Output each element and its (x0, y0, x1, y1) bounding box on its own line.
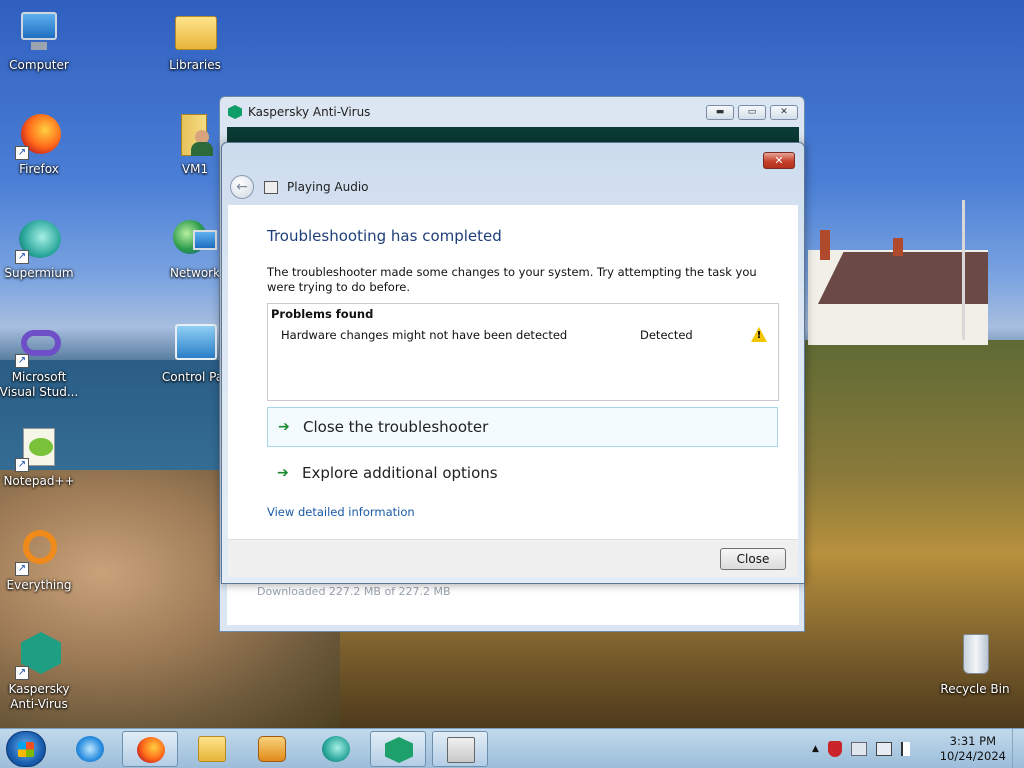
supermium-icon (322, 736, 350, 762)
desktop-icon-visual-studio[interactable]: ↗ Microsoft Visual Stud... (0, 320, 80, 400)
close-troubleshooter-link[interactable]: ➔ Close the troubleshooter (267, 407, 778, 447)
problem-row: Hardware changes might not have been det… (268, 327, 778, 346)
taskbar-firefox[interactable] (122, 731, 178, 767)
wallpaper-chimney (820, 230, 830, 260)
page-title: Troubleshooting has completed (267, 227, 502, 245)
shortcut-arrow-icon: ↗ (15, 146, 29, 160)
visual-studio-icon: ↗ (15, 320, 63, 368)
command-label: Explore additional options (302, 464, 498, 482)
problem-status: Detected (640, 328, 693, 342)
volume-icon[interactable] (850, 742, 867, 756)
shortcut-arrow-icon: ↗ (15, 354, 29, 368)
firefox-icon (137, 737, 165, 763)
desktop-icon-label: Recycle Bin (940, 682, 1010, 696)
problem-name: Hardware changes might not have been det… (281, 328, 568, 342)
notepad-plus-plus-icon: ↗ (15, 424, 63, 472)
close-button[interactable]: Close (720, 548, 786, 570)
desktop-icon-computer[interactable]: Computer (0, 8, 80, 73)
shortcut-arrow-icon: ↗ (15, 562, 29, 576)
desktop-icon-everything[interactable]: ↗ Everything (0, 528, 80, 593)
minimize-button[interactable]: ▬ (706, 105, 734, 120)
dialog-nav-bar: ← Playing Audio (230, 175, 369, 199)
desktop-icon-label: Supermium (4, 266, 74, 280)
firefox-icon: ↗ (15, 112, 63, 160)
taskbar-media-player[interactable] (244, 731, 300, 767)
troubleshooter-icon (447, 737, 475, 763)
problems-header: Problems found (271, 307, 374, 321)
kaspersky-window-title: Kaspersky Anti-Virus (248, 105, 371, 119)
problems-found-panel: Problems found Hardware changes might no… (267, 303, 779, 401)
supermium-icon: ↗ (15, 216, 63, 264)
kaspersky-icon (385, 737, 413, 763)
taskbar-supermium[interactable] (308, 731, 364, 767)
green-arrow-icon: ➔ (278, 419, 290, 435)
result-description: The troubleshooter made some changes to … (267, 265, 757, 294)
network-icon (171, 216, 219, 264)
taskbar-file-explorer[interactable] (184, 731, 240, 767)
taskbar-internet-explorer[interactable] (62, 731, 118, 767)
close-button[interactable]: ✕ (770, 105, 798, 120)
green-arrow-icon: ➔ (277, 465, 289, 481)
desktop-icon-label: Computer (9, 58, 69, 72)
start-button[interactable] (6, 731, 46, 767)
taskbar-troubleshooter[interactable] (432, 731, 488, 767)
desktop-icon-kaspersky[interactable]: ↗ Kaspersky Anti-Virus (0, 632, 80, 712)
maximize-button[interactable]: ▭ (738, 105, 766, 120)
recycle-bin-icon (951, 632, 999, 680)
dialog-nav-title: Playing Audio (287, 180, 369, 194)
dialog-content: Troubleshooting has completed The troubl… (228, 205, 798, 539)
desktop-icon-label: Microsoft Visual Stud... (0, 370, 79, 399)
kaspersky-status-area: Downloaded 227.2 MB of 227.2 MB (227, 583, 799, 625)
desktop-icon-recycle-bin[interactable]: Recycle Bin (934, 632, 1016, 697)
shortcut-arrow-icon: ↗ (15, 666, 29, 680)
action-center-flag-icon[interactable] (900, 742, 915, 756)
internet-explorer-icon (76, 736, 104, 762)
explore-options-link[interactable]: ➔ Explore additional options (267, 453, 778, 493)
troubleshooter-icon (264, 180, 278, 194)
desktop-icon-firefox[interactable]: ↗ Firefox (0, 112, 80, 177)
desktop-icon-libraries[interactable]: Libraries (154, 8, 236, 73)
kaspersky-logo-icon (228, 105, 242, 119)
troubleshooter-dialog: ✕ ← Playing Audio Troubleshooting has co… (221, 142, 805, 584)
desktop-icon-label: Kaspersky Anti-Virus (8, 682, 70, 711)
system-clock[interactable]: 3:31 PM 10/24/2024 (940, 734, 1006, 764)
shortcut-arrow-icon: ↗ (15, 250, 29, 264)
desktop-icon-label: Notepad++ (3, 474, 75, 488)
desktop-icon-label: Everything (6, 578, 72, 592)
clock-date: 10/24/2024 (939, 749, 1006, 763)
windows-logo-icon (18, 742, 34, 757)
desktop-icon-supermium[interactable]: ↗ Supermium (0, 216, 80, 281)
taskbar: ▲ 3:31 PM 10/24/2024 (0, 728, 1024, 768)
folder-icon (171, 8, 219, 56)
wallpaper-chimney (893, 238, 903, 256)
desktop-icon-label: Libraries (169, 58, 221, 72)
warning-icon: ! (751, 327, 767, 342)
wallpaper-flagpole (962, 200, 965, 340)
command-label: Close the troubleshooter (303, 418, 489, 436)
taskbar-kaspersky[interactable] (370, 731, 426, 767)
notification-area: ▲ (812, 729, 915, 768)
security-alert-icon[interactable] (827, 741, 842, 757)
download-status: Downloaded 227.2 MB of 227.2 MB (257, 585, 451, 598)
show-hidden-icons-button[interactable]: ▲ (812, 744, 819, 754)
desktop-icon-notepad-plus-plus[interactable]: ↗ Notepad++ (0, 424, 80, 489)
everything-icon: ↗ (15, 528, 63, 576)
clock-time: 3:31 PM (949, 734, 997, 748)
user-folder-icon (171, 112, 219, 160)
back-button[interactable]: ← (230, 175, 254, 199)
kaspersky-icon: ↗ (15, 632, 63, 680)
view-detailed-information-link[interactable]: View detailed information (267, 505, 415, 519)
show-desktop-button[interactable] (1012, 729, 1024, 768)
network-tray-icon[interactable] (875, 742, 892, 756)
dialog-footer: Close (228, 539, 798, 577)
control-panel-icon (171, 320, 219, 368)
dialog-close-button[interactable]: ✕ (763, 152, 795, 169)
folder-icon (198, 736, 226, 762)
computer-icon (15, 8, 63, 56)
desktop-icon-label: Firefox (19, 162, 59, 176)
shortcut-arrow-icon: ↗ (15, 458, 29, 472)
media-player-icon (258, 736, 286, 762)
